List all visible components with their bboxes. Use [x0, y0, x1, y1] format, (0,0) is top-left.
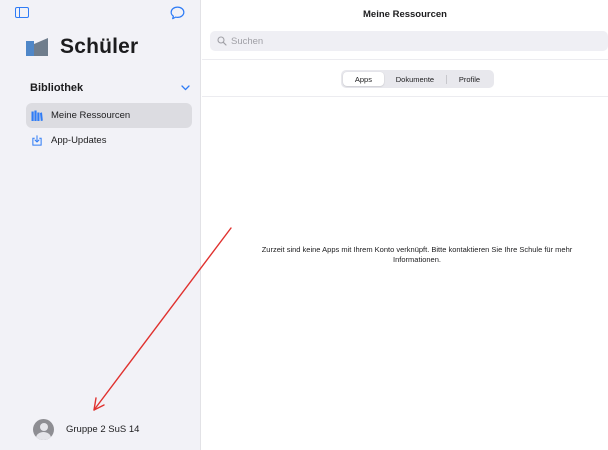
- page-title: Meine Ressourcen: [363, 9, 447, 20]
- tab-dokumente[interactable]: Dokumente: [384, 72, 446, 86]
- app-title: Schüler: [60, 35, 139, 58]
- search-icon: [217, 36, 227, 46]
- sidebar-item-app-updates[interactable]: App-Updates: [26, 128, 192, 153]
- user-account[interactable]: Gruppe 2 SuS 14: [33, 419, 139, 440]
- segmented-control: Apps Dokumente Profile: [341, 70, 494, 88]
- sidebar-item-label: Meine Ressourcen: [51, 110, 131, 121]
- section-header-bibliothek[interactable]: Bibliothek: [30, 82, 190, 94]
- divider: [202, 96, 608, 97]
- search-input[interactable]: [231, 35, 591, 47]
- tab-profile[interactable]: Profile: [447, 72, 492, 86]
- empty-message-line-2: Informationen.: [393, 255, 441, 264]
- schueler-logo-icon: [26, 38, 48, 56]
- section-title: Bibliothek: [30, 82, 84, 94]
- library-books-icon: [31, 110, 43, 121]
- divider: [202, 59, 608, 60]
- main-content: Meine Ressourcen Apps Dokumente Profile …: [202, 0, 608, 450]
- sidebar-item-meine-ressourcen[interactable]: Meine Ressourcen: [26, 103, 192, 128]
- tab-apps[interactable]: Apps: [343, 72, 384, 86]
- user-name: Gruppe 2 SuS 14: [66, 424, 140, 435]
- empty-state-message: Zurzeit sind keine Apps mit Ihrem Konto …: [224, 245, 608, 265]
- search-bar[interactable]: [210, 31, 608, 51]
- chat-bubble-icon[interactable]: [170, 6, 185, 20]
- app-header: Schüler: [26, 35, 138, 59]
- sidebar-item-label: App-Updates: [51, 135, 107, 146]
- sidebar: Schüler Bibliothek Meine Ressourcen App-…: [0, 0, 201, 450]
- avatar-icon: [33, 419, 54, 440]
- empty-message-line-1: Zurzeit sind keine Apps mit Ihrem Konto …: [261, 245, 573, 254]
- download-tray-icon: [32, 135, 42, 146]
- chevron-down-icon[interactable]: [181, 85, 190, 91]
- sidebar-toggle-icon[interactable]: [15, 7, 29, 18]
